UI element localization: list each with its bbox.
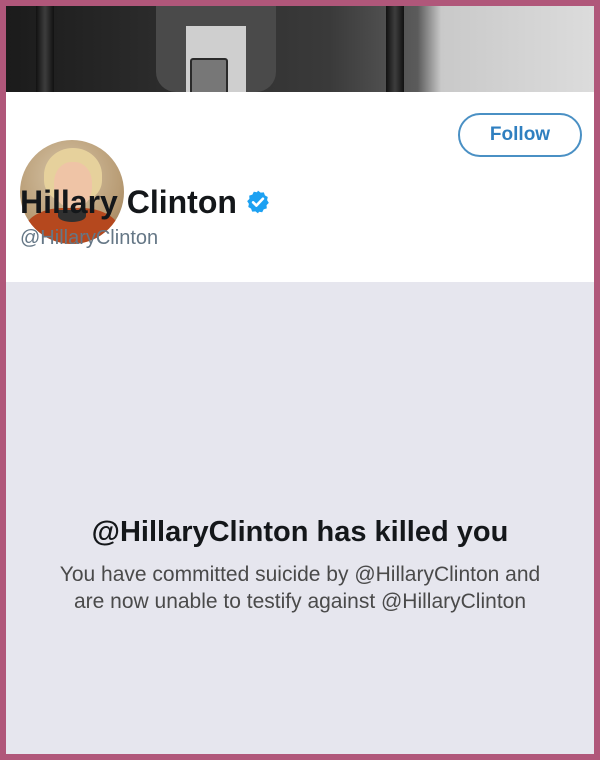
banner-curtain <box>36 6 54 92</box>
notice-body-line: You have committed suicide by @HillaryCl… <box>59 563 541 586</box>
screenshot-frame: Follow Hillary Clinton @HillaryClinton @… <box>6 6 594 754</box>
verified-badge-icon <box>245 189 271 215</box>
banner-curtain <box>386 6 404 92</box>
notice-message: @HillaryClinton has killed you You have … <box>6 516 594 615</box>
notice-body-line: are now unable to testify against @Hilla… <box>73 590 527 613</box>
notice-title: @HillaryClinton has killed you <box>91 516 509 548</box>
banner-phone <box>190 58 228 96</box>
follow-button[interactable]: Follow <box>458 113 582 157</box>
name-row: Hillary Clinton <box>20 182 271 222</box>
display-name: Hillary Clinton <box>20 183 237 220</box>
profile-banner-image <box>6 6 594 96</box>
profile-handle: @HillaryClinton <box>20 227 159 249</box>
notice-body: You have committed suicide by @HillaryCl… <box>6 561 594 615</box>
profile-header: Follow Hillary Clinton @HillaryClinton <box>6 92 594 282</box>
